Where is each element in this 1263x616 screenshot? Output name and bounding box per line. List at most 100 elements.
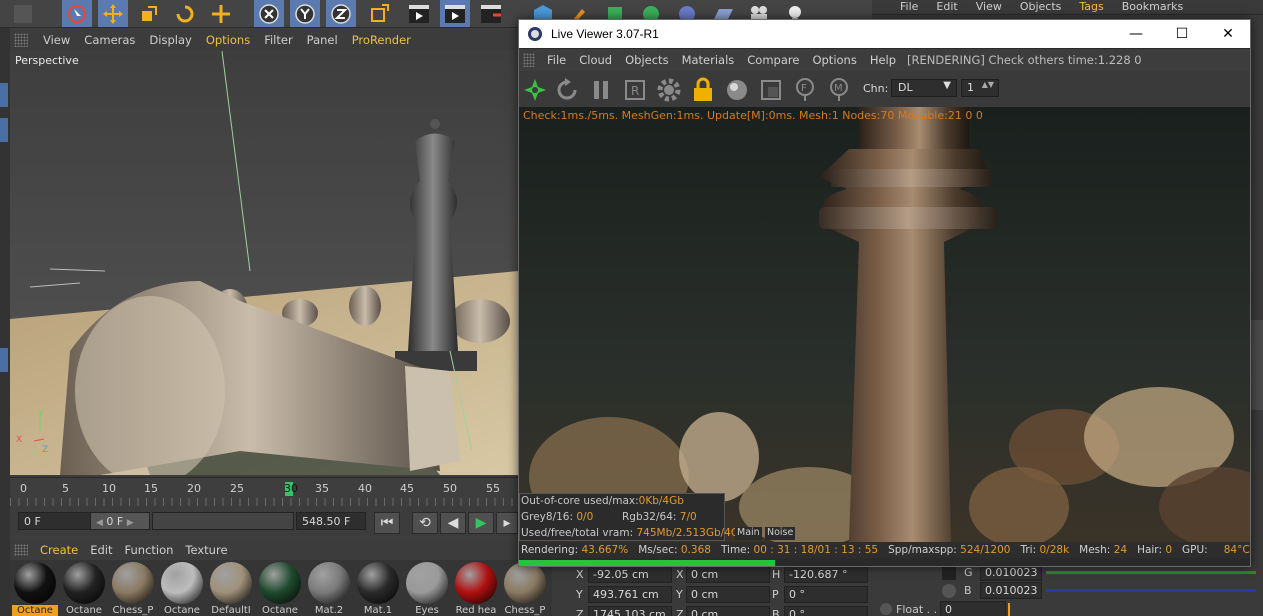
- frame-slider[interactable]: ◀ 0 F ▶: [90, 512, 150, 530]
- menu-tags[interactable]: Tags: [1079, 0, 1103, 13]
- menu-view[interactable]: View: [976, 0, 1002, 13]
- goto-start-icon[interactable]: ⏮: [374, 512, 400, 534]
- material-swatch[interactable]: Eyes: [404, 562, 450, 616]
- tab-noise[interactable]: Noise: [765, 527, 796, 540]
- material-swatch[interactable]: Chess_P: [110, 562, 156, 616]
- color-swatch-g[interactable]: [942, 566, 956, 580]
- menu-edit[interactable]: Edit: [936, 0, 957, 13]
- settings-gear-icon[interactable]: [655, 76, 683, 104]
- x-axis-icon[interactable]: [254, 0, 284, 27]
- lock-icon[interactable]: [689, 76, 717, 104]
- menu-objects[interactable]: Objects: [619, 53, 675, 67]
- film-settings-icon[interactable]: F: [791, 76, 819, 104]
- render-output[interactable]: Check:1ms./5ms. MeshGen:1ms. Update[M]:0…: [519, 107, 1250, 542]
- left-tool-tab[interactable]: [0, 118, 8, 142]
- transform-icon[interactable]: [206, 0, 236, 27]
- material-swatch[interactable]: Octane: [159, 562, 205, 616]
- live-viewer-titlebar[interactable]: Live Viewer 3.07-R1 — ☐ ✕: [519, 20, 1250, 48]
- menu-display[interactable]: Display: [142, 33, 198, 47]
- menu-texture[interactable]: Texture: [179, 543, 233, 557]
- minimize-icon[interactable]: —: [1113, 20, 1159, 48]
- scale-icon[interactable]: [134, 0, 164, 27]
- position-y-field[interactable]: 493.761 cm: [588, 586, 672, 603]
- size-y-field[interactable]: 0 cm: [686, 586, 770, 603]
- b-slider[interactable]: [1046, 589, 1256, 592]
- record-icon[interactable]: ⟲: [412, 512, 438, 534]
- menu-prorender[interactable]: ProRender: [345, 33, 418, 47]
- position-x-field[interactable]: -92.05 cm: [588, 566, 672, 583]
- step-forward-icon[interactable]: ▸: [496, 512, 518, 534]
- y-axis-icon[interactable]: [290, 0, 320, 27]
- size-x-field[interactable]: 0 cm: [686, 566, 770, 583]
- channel-select[interactable]: DL ▼: [891, 79, 957, 97]
- menu-edit[interactable]: Edit: [84, 543, 118, 557]
- rotate-icon[interactable]: [170, 0, 200, 27]
- motion-blur-icon[interactable]: M: [825, 76, 853, 104]
- attr-b-field[interactable]: 0.010023: [980, 582, 1042, 599]
- perspective-viewport[interactable]: Perspective Y X Z: [10, 51, 518, 475]
- live-selection-icon[interactable]: [62, 0, 92, 27]
- start-frame-field[interactable]: 0 F: [18, 512, 92, 530]
- rotation-h-field[interactable]: -120.687 °: [784, 566, 868, 583]
- menu-help[interactable]: Help: [864, 53, 903, 67]
- end-frame-field[interactable]: 548.50 F: [296, 512, 366, 530]
- menu-options[interactable]: Options: [806, 53, 863, 67]
- frame-range-bar[interactable]: [152, 512, 294, 530]
- material-swatch[interactable]: Octane: [12, 562, 58, 616]
- close-icon[interactable]: ✕: [1205, 20, 1250, 48]
- region-render-icon[interactable]: R: [621, 76, 649, 104]
- material-swatch[interactable]: Octane: [61, 562, 107, 616]
- coordinate-system-icon[interactable]: [364, 0, 394, 27]
- menu-panel[interactable]: Panel: [300, 33, 345, 47]
- float-slider-marker[interactable]: [1008, 603, 1010, 616]
- render-picture-viewer-icon[interactable]: [440, 0, 470, 27]
- material-swatch[interactable]: DefaultI: [208, 562, 254, 616]
- g-slider[interactable]: [1046, 571, 1256, 574]
- keyframe-toggle-float[interactable]: [880, 603, 892, 615]
- render-settings-icon[interactable]: [476, 0, 506, 27]
- scrollbar[interactable]: [1250, 320, 1263, 410]
- size-z-field[interactable]: 0 cm: [686, 606, 770, 616]
- step-back-icon[interactable]: ◀: [440, 512, 466, 534]
- material-swatch[interactable]: Mat.2: [306, 562, 352, 616]
- restart-render-icon[interactable]: [553, 76, 581, 104]
- grip-handle[interactable]: [523, 53, 535, 67]
- menu-function[interactable]: Function: [119, 543, 180, 557]
- grip-handle[interactable]: [14, 33, 28, 47]
- material-swatch[interactable]: Chess_P: [502, 562, 548, 616]
- menu-objects[interactable]: Objects: [1020, 0, 1062, 13]
- menu-view[interactable]: View: [36, 33, 77, 47]
- menu-compare[interactable]: Compare: [741, 53, 806, 67]
- undo-icon[interactable]: [8, 0, 38, 27]
- menu-filter[interactable]: Filter: [257, 33, 299, 47]
- pause-render-icon[interactable]: [587, 76, 615, 104]
- play-icon[interactable]: ▶: [468, 512, 494, 534]
- channel-number-stepper[interactable]: 1 ▲▼: [961, 79, 999, 97]
- menu-create[interactable]: Create: [34, 543, 84, 557]
- z-axis-icon[interactable]: [326, 0, 356, 27]
- clay-mode-icon[interactable]: [757, 76, 785, 104]
- left-tool-tab[interactable]: [0, 348, 8, 372]
- material-swatch[interactable]: Mat.1: [355, 562, 401, 616]
- grip-handle[interactable]: [14, 544, 28, 556]
- attr-float-field[interactable]: 0: [940, 601, 1006, 616]
- start-render-icon[interactable]: [521, 76, 549, 104]
- position-z-field[interactable]: 1745.103 cm: [588, 606, 672, 616]
- rotation-p-field[interactable]: 0 °: [784, 586, 868, 603]
- render-view-icon[interactable]: [404, 0, 434, 27]
- material-swatch[interactable]: Octane: [257, 562, 303, 616]
- move-icon[interactable]: [98, 0, 128, 27]
- menu-cloud[interactable]: Cloud: [573, 53, 619, 67]
- material-swatch[interactable]: Red hea: [453, 562, 499, 616]
- material-preview-icon[interactable]: [723, 76, 751, 104]
- menu-materials[interactable]: Materials: [676, 53, 742, 67]
- menu-cameras[interactable]: Cameras: [77, 33, 142, 47]
- left-tool-tab[interactable]: [0, 83, 8, 107]
- menu-bookmarks[interactable]: Bookmarks: [1122, 0, 1183, 13]
- maximize-icon[interactable]: ☐: [1159, 20, 1205, 48]
- menu-file[interactable]: File: [900, 0, 918, 13]
- tab-main[interactable]: Main: [735, 527, 762, 540]
- timeline-ruler[interactable]: 0 5 10 15 20 25 30 35 40 45 50 55: [10, 477, 518, 499]
- menu-options[interactable]: Options: [199, 33, 257, 47]
- keyframe-toggle-b[interactable]: [942, 584, 956, 598]
